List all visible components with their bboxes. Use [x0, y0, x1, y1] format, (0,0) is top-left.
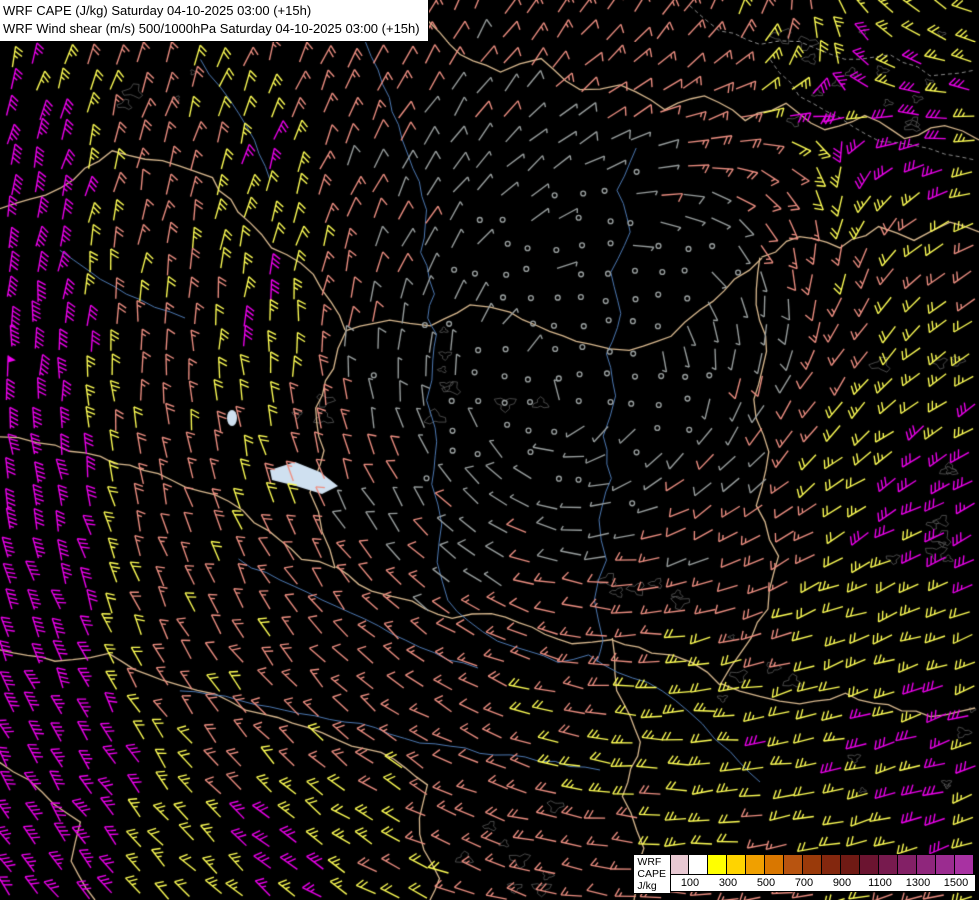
legend-units-label: J/kg [637, 880, 666, 892]
legend-swatch [689, 854, 708, 875]
legend-tick-label: 900 [823, 877, 861, 889]
legend-swatch [841, 854, 860, 875]
legend-label-box: WRF CAPE J/kg [633, 854, 670, 894]
legend-swatch [822, 854, 841, 875]
legend-swatch [917, 854, 936, 875]
legend-swatch [670, 854, 689, 875]
legend-swatch [708, 854, 727, 875]
legend-swatch [746, 854, 765, 875]
map-title-line1: WRF CAPE (J/kg) Saturday 04-10-2025 03:0… [3, 2, 420, 20]
legend-swatch [936, 854, 955, 875]
legend-tick-label: 1100 [861, 877, 899, 889]
legend-tick-label: 100 [671, 877, 709, 889]
legend-swatch [860, 854, 879, 875]
legend-swatch [727, 854, 746, 875]
legend-tick-label: 1300 [899, 877, 937, 889]
map-title-box: WRF CAPE (J/kg) Saturday 04-10-2025 03:0… [0, 0, 429, 42]
legend-tick-label: 500 [747, 877, 785, 889]
legend-swatch [765, 854, 784, 875]
weather-map-canvas [0, 0, 979, 900]
legend-swatch [898, 854, 917, 875]
legend-swatch [784, 854, 803, 875]
legend-swatch [879, 854, 898, 875]
legend-variable-label: CAPE [637, 868, 666, 880]
weather-map-stage: WRF CAPE (J/kg) Saturday 04-10-2025 03:0… [0, 0, 979, 900]
legend-tick-row: 100300500700900110013001500 [670, 875, 976, 892]
map-title-line2: WRF Wind shear (m/s) 500/1000hPa Saturda… [3, 20, 420, 38]
legend-model-label: WRF [637, 856, 666, 868]
legend-tick-label: 300 [709, 877, 747, 889]
legend-colorbar [670, 854, 976, 875]
legend-scale: 100300500700900110013001500 [670, 854, 976, 894]
legend-swatch [955, 854, 974, 875]
legend: WRF CAPE J/kg 10030050070090011001300150… [633, 854, 976, 894]
legend-tick-label: 1500 [937, 877, 975, 889]
legend-tick-label: 700 [785, 877, 823, 889]
legend-swatch [803, 854, 822, 875]
